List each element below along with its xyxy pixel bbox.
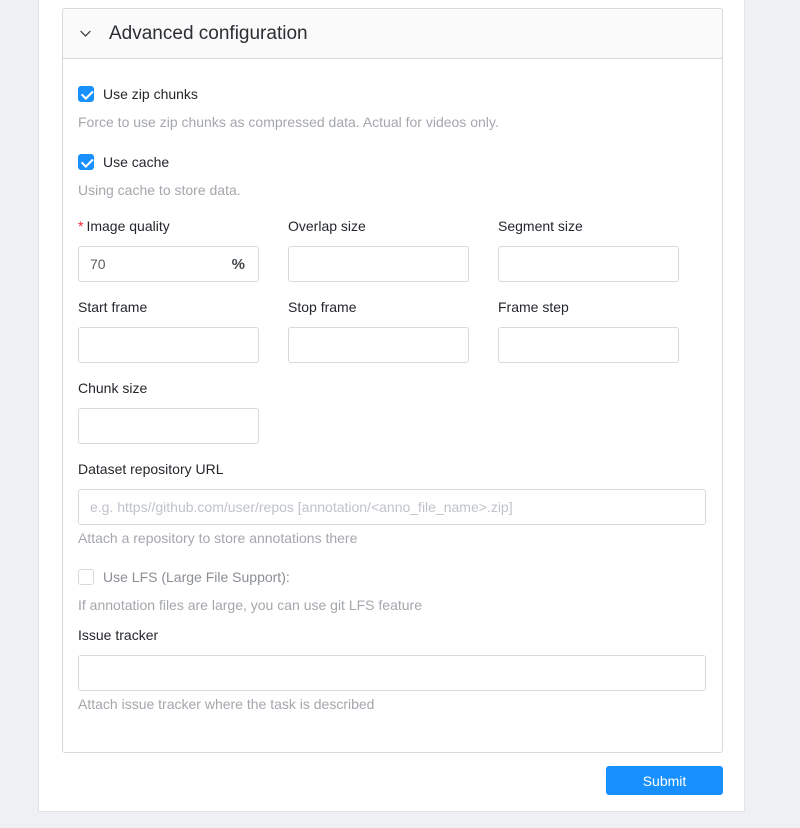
use-lfs-label: Use LFS (Large File Support): bbox=[103, 569, 290, 585]
stop-frame-field: Stop frame bbox=[288, 299, 469, 363]
advanced-configuration-panel: Advanced configuration Use zip chunks Fo… bbox=[62, 8, 723, 753]
use-zip-chunks-label: Use zip chunks bbox=[103, 86, 198, 102]
checkbox-checked-icon bbox=[78, 154, 94, 170]
issue-tracker-input[interactable] bbox=[78, 655, 706, 691]
advanced-configuration-header[interactable]: Advanced configuration bbox=[63, 9, 722, 59]
chunk-size-field: Chunk size bbox=[78, 380, 259, 444]
segment-size-field: Segment size bbox=[498, 218, 679, 282]
create-task-card: Advanced configuration Use zip chunks Fo… bbox=[38, 0, 745, 812]
segment-size-label: Segment size bbox=[498, 218, 679, 234]
issue-tracker-help-text: Attach issue tracker where the task is d… bbox=[78, 696, 706, 712]
use-lfs-checkbox[interactable]: Use LFS (Large File Support): bbox=[78, 569, 290, 585]
start-frame-input[interactable] bbox=[78, 327, 259, 363]
overlap-size-input[interactable] bbox=[288, 246, 469, 282]
submit-row: Submit bbox=[62, 766, 723, 795]
stop-frame-label: Stop frame bbox=[288, 299, 469, 315]
overlap-size-label: Overlap size bbox=[288, 218, 469, 234]
image-quality-label: *Image quality bbox=[78, 218, 259, 234]
checkbox-checked-icon bbox=[78, 86, 94, 102]
form-row-quality: *Image quality % Overlap size Segment si… bbox=[78, 218, 706, 282]
dataset-repository-input[interactable] bbox=[78, 489, 706, 525]
required-asterisk: * bbox=[78, 218, 83, 234]
dataset-repository-help-text: Attach a repository to store annotations… bbox=[78, 530, 706, 546]
submit-button[interactable]: Submit bbox=[606, 766, 723, 795]
use-cache-help-text: Using cache to store data. bbox=[78, 182, 706, 198]
zip-chunks-help-text: Force to use zip chunks as compressed da… bbox=[78, 114, 706, 130]
dataset-repository-label: Dataset repository URL bbox=[78, 461, 706, 477]
chevron-down-icon bbox=[79, 27, 93, 40]
panel-title: Advanced configuration bbox=[109, 21, 308, 46]
start-frame-label: Start frame bbox=[78, 299, 259, 315]
image-quality-input[interactable] bbox=[79, 247, 232, 281]
chunk-size-input[interactable] bbox=[78, 408, 259, 444]
image-quality-input-wrapper: % bbox=[78, 246, 259, 282]
image-quality-field: *Image quality % bbox=[78, 218, 259, 282]
form-row-frames: Start frame Stop frame Frame step bbox=[78, 299, 706, 363]
use-lfs-help-text: If annotation files are large, you can u… bbox=[78, 597, 706, 613]
use-cache-checkbox[interactable]: Use cache bbox=[78, 154, 169, 170]
chunk-size-label: Chunk size bbox=[78, 380, 259, 396]
advanced-configuration-content: Use zip chunks Force to use zip chunks a… bbox=[63, 59, 722, 752]
segment-size-input[interactable] bbox=[498, 246, 679, 282]
use-cache-label: Use cache bbox=[103, 154, 169, 170]
checkbox-unchecked-icon bbox=[78, 569, 94, 585]
frame-step-label: Frame step bbox=[498, 299, 679, 315]
issue-tracker-field: Issue tracker bbox=[78, 627, 706, 691]
stop-frame-input[interactable] bbox=[288, 327, 469, 363]
issue-tracker-label: Issue tracker bbox=[78, 627, 706, 643]
use-zip-chunks-checkbox[interactable]: Use zip chunks bbox=[78, 86, 198, 102]
frame-step-input[interactable] bbox=[498, 327, 679, 363]
percent-suffix: % bbox=[232, 256, 258, 273]
dataset-repository-field: Dataset repository URL bbox=[78, 461, 706, 525]
overlap-size-field: Overlap size bbox=[288, 218, 469, 282]
start-frame-field: Start frame bbox=[78, 299, 259, 363]
image-quality-label-text: Image quality bbox=[86, 218, 169, 234]
frame-step-field: Frame step bbox=[498, 299, 679, 363]
